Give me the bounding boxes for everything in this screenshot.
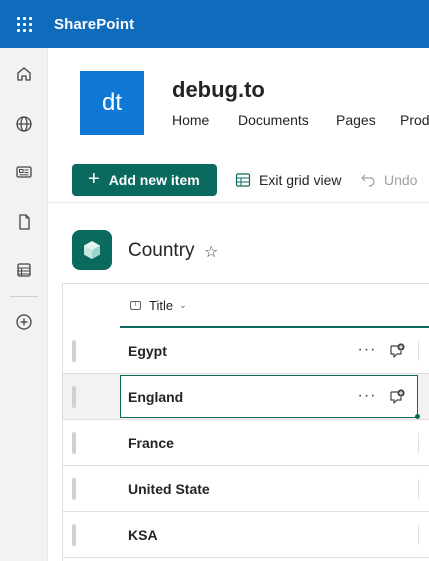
row-select-handle[interactable] (72, 432, 76, 454)
title-cell[interactable]: United State (120, 466, 418, 512)
cell-text: KSA (128, 527, 158, 543)
list-title: Country (128, 240, 195, 261)
document-icon[interactable] (0, 202, 48, 242)
title-cell[interactable]: KSA (120, 512, 418, 558)
cell-separator (418, 433, 419, 453)
title-cell[interactable]: France (120, 420, 418, 466)
undo-button[interactable]: Undo (360, 164, 417, 196)
table-row[interactable]: England ··· (63, 374, 429, 420)
list-icon[interactable] (0, 250, 48, 290)
add-new-item-label: Add new item (108, 172, 200, 188)
table-row[interactable]: United State (63, 466, 429, 512)
app-launcher-icon[interactable] (0, 0, 48, 48)
globe-icon[interactable] (0, 104, 48, 144)
more-options-icon[interactable]: ··· (355, 338, 379, 362)
cell-separator (418, 341, 419, 361)
rail-divider (10, 296, 38, 297)
row-select-handle[interactable] (72, 340, 76, 362)
plus-icon: + (88, 168, 100, 190)
row-select-handle[interactable] (72, 524, 76, 546)
cube-icon (84, 241, 100, 259)
list-app-icon (72, 230, 112, 270)
nav-link-documents[interactable]: Documents (238, 112, 309, 128)
favorite-star-icon[interactable]: ☆ (204, 242, 218, 262)
news-icon[interactable] (0, 152, 48, 192)
site-title[interactable]: debug.to (172, 77, 265, 103)
fill-handle[interactable] (415, 414, 420, 419)
site-logo[interactable]: dt (80, 71, 144, 135)
suite-bar: SharePoint (0, 0, 429, 48)
column-header-title[interactable]: T Title ⌄ (120, 284, 429, 328)
command-bar-divider (48, 202, 429, 203)
comment-add-icon[interactable] (385, 339, 409, 363)
chevron-down-icon[interactable]: ⌄ (179, 300, 187, 311)
cell-text: England (128, 388, 184, 405)
row-select-handle[interactable] (72, 478, 76, 500)
undo-label: Undo (384, 172, 418, 188)
table-row[interactable]: Egypt ··· (63, 328, 429, 374)
grid-icon (235, 173, 251, 187)
undo-icon (361, 174, 375, 187)
exit-grid-view-label: Exit grid view (259, 172, 342, 188)
text-column-icon: T (130, 300, 141, 310)
home-icon[interactable] (0, 54, 48, 94)
app-name[interactable]: SharePoint (54, 16, 134, 33)
cell-text: France (128, 435, 174, 451)
cell-separator (418, 479, 419, 499)
more-options-icon[interactable]: ··· (355, 384, 379, 408)
row-select-handle[interactable] (72, 386, 76, 408)
left-rail (0, 48, 48, 561)
cell-separator (418, 525, 419, 545)
table-row[interactable]: KSA (63, 512, 429, 558)
cell-text: United State (128, 481, 210, 497)
add-new-item-button[interactable]: + Add new item (72, 164, 217, 196)
exit-grid-view-button[interactable]: Exit grid view (235, 164, 341, 196)
nav-link-prod[interactable]: Prod (400, 112, 429, 128)
cell-text: Egypt (128, 343, 167, 359)
comment-add-icon[interactable] (385, 385, 409, 409)
nav-link-home[interactable]: Home (172, 112, 209, 128)
table-row[interactable]: France (63, 420, 429, 466)
nav-link-pages[interactable]: Pages (336, 112, 376, 128)
column-header-label: Title (149, 297, 174, 313)
add-circle-icon[interactable] (0, 302, 48, 342)
